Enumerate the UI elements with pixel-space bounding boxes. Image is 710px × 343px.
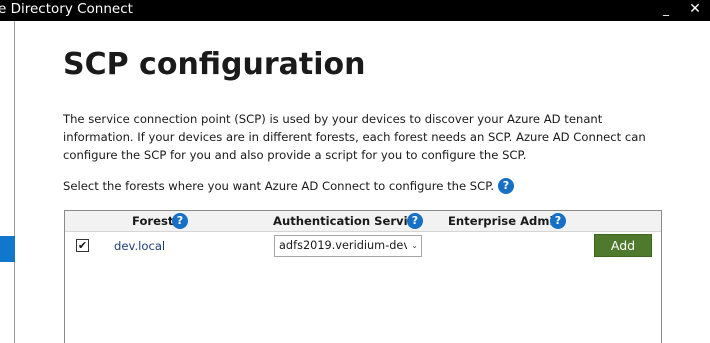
column-header-forest: Forest [132, 214, 174, 228]
description-line: configure the SCP for you and also provi… [63, 148, 527, 162]
authentication-service-value: adfs2019.veridium-dev [279, 239, 407, 252]
select-forests-instruction: Select the forests where you want Azure … [63, 177, 494, 195]
sidebar [0, 21, 15, 343]
description-line: The service connection point (SCP) is us… [63, 112, 603, 126]
scp-description: The service connection point (SCP) is us… [63, 110, 663, 164]
checkmark-icon: ✔ [77, 239, 88, 252]
help-icon[interactable]: ? [407, 213, 423, 229]
forest-link[interactable]: dev.local [114, 238, 165, 255]
page-title: SCP configuration [63, 47, 366, 82]
select-forests-text: Select the forests where you want Azure … [63, 179, 495, 193]
authentication-service-select[interactable]: adfs2019.veridium-dev ⌄ [274, 235, 422, 257]
close-icon[interactable]: ✕ [688, 1, 702, 17]
column-header-authentication-service: Authentication Service [273, 214, 423, 228]
scp-configuration-window: e Directory Connect _ ✕ SCP configuratio… [0, 0, 710, 343]
title-bar: e Directory Connect _ ✕ [0, 0, 710, 21]
forest-checkbox[interactable]: ✔ [76, 239, 89, 252]
grid-header: Forest ? Authentication Service ? Enterp… [65, 211, 661, 232]
help-icon[interactable]: ? [498, 178, 514, 194]
sidebar-item-selected[interactable] [0, 236, 15, 262]
description-line: information. If your devices are in diff… [63, 130, 646, 144]
help-icon[interactable]: ? [550, 213, 566, 229]
forest-grid: Forest ? Authentication Service ? Enterp… [64, 210, 662, 343]
chevron-down-icon: ⌄ [411, 241, 418, 250]
minimize-icon[interactable]: _ [659, 2, 673, 16]
add-button[interactable]: Add [594, 234, 652, 257]
column-header-enterprise-admin: Enterprise Admin [448, 214, 562, 228]
window-title: e Directory Connect [0, 1, 133, 17]
help-icon[interactable]: ? [172, 213, 188, 229]
